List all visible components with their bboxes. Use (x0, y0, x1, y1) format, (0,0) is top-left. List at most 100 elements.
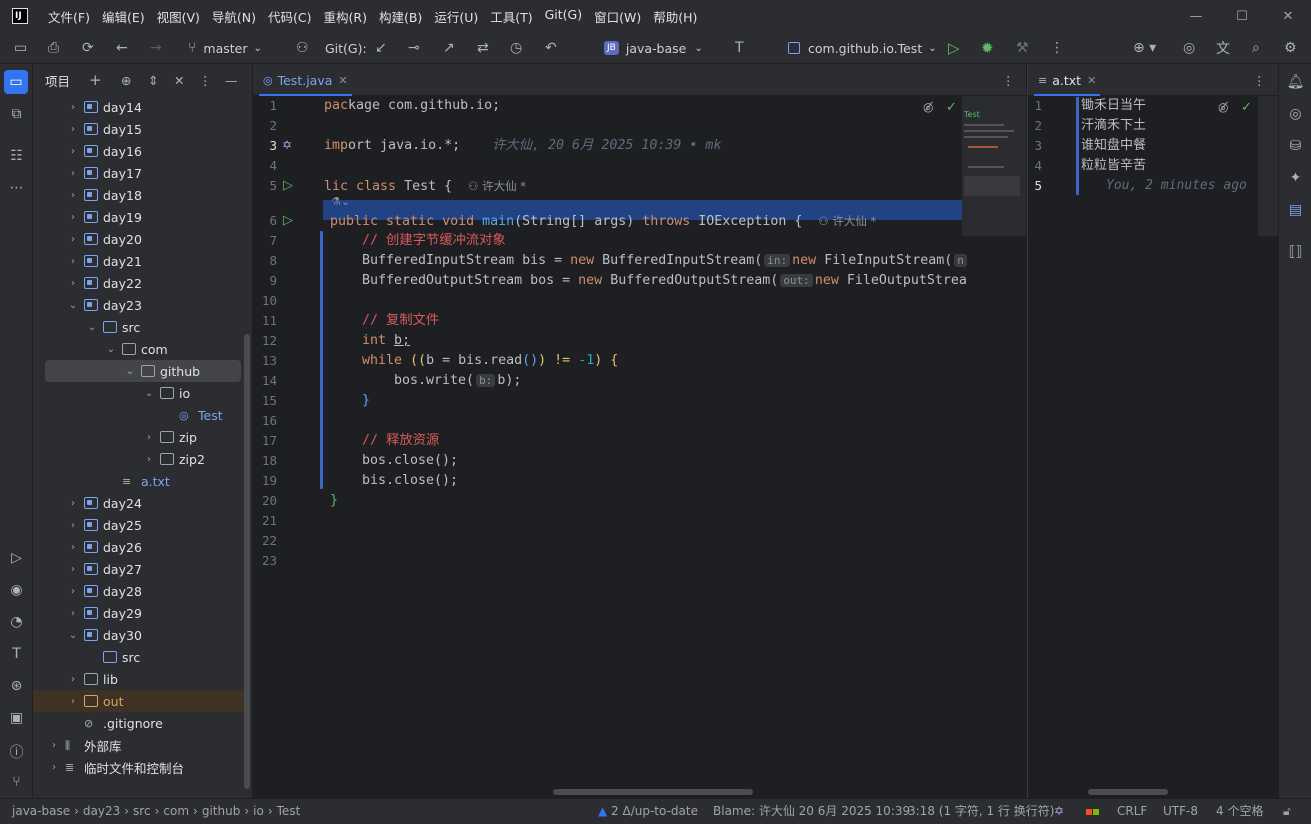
caret-position[interactable]: 3:18 (1 字符, 1 行 换行符) (908, 799, 1054, 824)
menu-item[interactable]: 导航(N) (206, 7, 262, 26)
tree-item[interactable]: › day22 (33, 272, 245, 294)
tree-item[interactable]: › day25 (33, 514, 245, 536)
build-tool-icon[interactable]: T (0, 646, 33, 662)
user-icon[interactable]: ⚇ (296, 32, 309, 64)
menu-item[interactable]: 视图(V) (151, 7, 206, 26)
reader-mode-icon[interactable]: ◎̸ (923, 100, 933, 114)
breadcrumb-item[interactable]: src (133, 799, 151, 824)
code-line-17[interactable]: // 释放资源 (362, 431, 439, 451)
ai-chat-icon[interactable]: ◎ (1279, 106, 1311, 122)
chevron-right-icon[interactable]: › (66, 190, 80, 201)
code-line-5[interactable]: lic class Test { ⚇ 许大仙 * (324, 176, 526, 196)
chevron-right-icon[interactable]: › (66, 542, 80, 553)
chevron-right-icon[interactable]: › (66, 124, 80, 135)
code-line-18[interactable]: bos.close(); (362, 451, 458, 471)
tree-item[interactable]: ⌄ io (33, 382, 245, 404)
tree-item[interactable]: › day24 (33, 492, 245, 514)
chevron-down-icon[interactable]: ⌄ (104, 344, 118, 355)
tree-item[interactable]: › day18 (33, 184, 245, 206)
tree-item[interactable]: ⊘ .gitignore (33, 712, 245, 734)
chevron-right-icon[interactable]: › (47, 740, 61, 751)
chevron-right-icon[interactable]: › (66, 674, 80, 685)
minimap[interactable] (1258, 96, 1278, 236)
settings-gear-icon[interactable]: ⚙ (1284, 32, 1297, 64)
code-line-3[interactable]: import java.io.*; 许大仙, 20 6月 2025 10:39 … (324, 136, 721, 156)
debug-icon[interactable]: ✹ (981, 32, 994, 64)
breadcrumb-item[interactable]: day23 (83, 799, 120, 824)
tree-item[interactable]: › day16 (33, 140, 245, 162)
menu-item[interactable]: Git(G) (539, 7, 589, 26)
git-rollback-icon[interactable]: ↶ (545, 32, 557, 64)
chevron-down-icon[interactable]: ⌄ (66, 300, 80, 311)
git-tool-icon[interactable]: ⑂ (0, 774, 33, 790)
chevron-right-icon[interactable]: › (66, 212, 80, 223)
ai-status-icon[interactable]: ✡ (1054, 799, 1064, 824)
chevron-right-icon[interactable]: › (66, 168, 80, 179)
breadcrumb-item[interactable]: Test (277, 799, 301, 824)
tree-item[interactable]: › out (33, 690, 245, 712)
chevron-right-icon[interactable]: › (66, 498, 80, 509)
tree-item[interactable]: › day27 (33, 558, 245, 580)
run-config-selector[interactable]: com.github.io.Test ⌄ (788, 32, 937, 64)
search-icon[interactable]: ⌕ (1252, 32, 1260, 64)
database-icon[interactable]: ⛁ (1279, 138, 1311, 154)
reader-mode-icon[interactable]: ◎̸ (1218, 100, 1228, 114)
tab-a-txt[interactable]: ≡ a.txt ✕ (1034, 64, 1101, 96)
tree-item[interactable]: › day29 (33, 602, 245, 624)
tree-item[interactable]: ⌄ day23 (33, 294, 245, 316)
tree-item[interactable]: › ⫼ 外部库 (33, 734, 245, 756)
problems-tool-icon[interactable]: ⓘ (0, 742, 33, 762)
tree-item[interactable]: ⌄ day30 (33, 624, 245, 646)
txt-line[interactable]: 锄禾日当午 (1081, 96, 1146, 116)
chevron-right-icon[interactable]: › (66, 234, 80, 245)
menu-item[interactable]: 帮助(H) (647, 7, 703, 26)
tree-item[interactable]: › lib (33, 668, 245, 690)
menu-item[interactable]: 重构(R) (318, 7, 373, 26)
menu-item[interactable]: 工具(T) (484, 7, 538, 26)
ai-assistant-icon[interactable]: ⟦⟧ (1279, 244, 1311, 260)
intellij-logo-icon[interactable]: IJ (12, 8, 28, 24)
lock-icon[interactable]: 🔓︎ (1283, 799, 1291, 824)
chevron-right-icon[interactable]: › (142, 432, 156, 443)
txt-line[interactable]: 粒粒皆辛苦 (1081, 156, 1146, 176)
code-line-20[interactable]: } (330, 491, 338, 511)
code-line-9[interactable]: BufferedOutputStream bos = new BufferedO… (362, 271, 967, 291)
code-line-7[interactable]: // 创建字节缓冲流对象 (362, 231, 506, 251)
git-merge-icon[interactable]: ⇄ (477, 32, 489, 64)
chevron-right-icon[interactable]: › (66, 608, 80, 619)
chevron-right-icon[interactable]: › (66, 696, 80, 707)
chevron-down-icon[interactable]: ⌄ (123, 366, 137, 377)
more-vertical-icon[interactable]: ⋮ (1050, 32, 1064, 64)
tab-test-java[interactable]: ◎ Test.java ✕ (259, 64, 352, 96)
locate-icon[interactable]: ⊕ (121, 73, 131, 88)
options-icon[interactable]: ⋮ (199, 73, 212, 88)
open-folder-icon[interactable]: ▭ (14, 32, 27, 64)
chevron-right-icon[interactable]: › (66, 102, 80, 113)
code-line-13[interactable]: while ((b = bis.read()) != -1) { (362, 351, 618, 371)
code-line-1[interactable]: package com.github.io; (324, 96, 500, 116)
author-hint[interactable]: ⚇ 许大仙 * (818, 214, 876, 228)
chevron-right-icon[interactable]: › (142, 454, 156, 465)
translate-icon[interactable]: 文 (1216, 32, 1230, 64)
tree-item[interactable]: › ≣ 临时文件和控制台 (33, 756, 245, 778)
chevron-right-icon[interactable]: › (47, 762, 61, 773)
ai-gutter-icon[interactable]: ✡ (282, 138, 292, 152)
tree-item[interactable]: › day14 (33, 96, 245, 118)
minimap[interactable]: Test (962, 96, 1026, 236)
hide-panel-icon[interactable]: — (225, 73, 238, 88)
code-line-6[interactable]: public static void main(String[] args) t… (330, 211, 876, 231)
chevron-right-icon[interactable]: › (66, 278, 80, 289)
project-selector[interactable]: JB java-base ⌄ (604, 32, 703, 64)
author-hint[interactable]: ⚇ 许大仙 * (468, 179, 526, 193)
tree-item[interactable]: ⌄ github (45, 360, 241, 382)
close-tab-icon[interactable]: ✕ (338, 74, 347, 87)
txt-line[interactable]: 谁知盘中餐 (1081, 136, 1146, 156)
document-icon[interactable]: ▤ (1279, 202, 1311, 218)
project-panel-title[interactable]: 项目 (45, 71, 70, 90)
run-tool-icon[interactable]: ▷ (0, 550, 33, 566)
expand-all-icon[interactable]: ⇕ (148, 73, 158, 88)
code-line-14[interactable]: bos.write(b: b); (394, 371, 521, 391)
add-icon[interactable]: + (89, 71, 102, 89)
chevron-right-icon[interactable]: › (66, 564, 80, 575)
minimize-button[interactable]: — (1173, 0, 1219, 32)
